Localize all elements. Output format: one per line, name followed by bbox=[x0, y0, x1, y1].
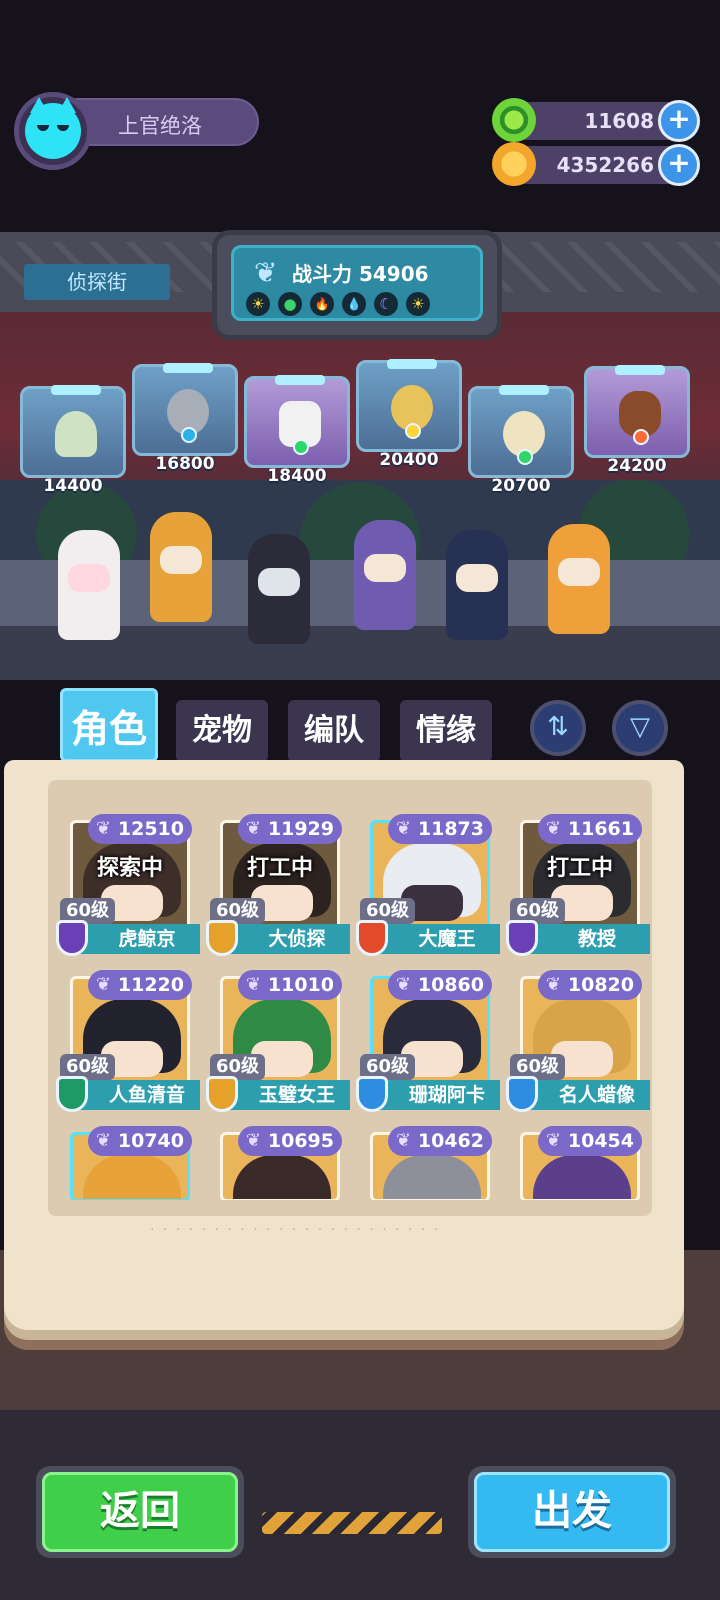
card-power: ❦ 12510 bbox=[87, 814, 192, 844]
nature-element-icon: ● bbox=[278, 292, 302, 316]
moon-element-icon: ☾ bbox=[374, 292, 398, 316]
card-name: 教授 bbox=[520, 924, 650, 954]
card-power: ❦ 11929 bbox=[237, 814, 342, 844]
card-name: 大侦探 bbox=[220, 924, 350, 954]
card-name: 虎鲸京 bbox=[70, 924, 200, 954]
stage-character[interactable] bbox=[150, 512, 212, 622]
relic-display[interactable]: 20400 bbox=[356, 359, 462, 470]
relic-power: 14400 bbox=[43, 476, 103, 496]
character-card-selected[interactable]: ❦ 10860 60级 珊瑚阿卡 bbox=[356, 970, 500, 1112]
rank-shield-icon bbox=[56, 1076, 88, 1112]
tab-bonds[interactable]: 情缘 bbox=[400, 700, 492, 762]
rank-shield-icon bbox=[206, 1076, 238, 1112]
relic-display[interactable]: 18400 bbox=[244, 375, 350, 486]
card-power: ❦ 11010 bbox=[237, 970, 342, 1000]
relic-display[interactable]: 24200 bbox=[584, 365, 690, 476]
light-element-icon: ☀ bbox=[406, 292, 430, 316]
rank-shield-icon bbox=[206, 920, 238, 956]
character-card[interactable]: ❦ 10820 60级 名人蜡像 bbox=[506, 970, 650, 1112]
character-card[interactable]: ❦ 11220 60级 人鱼清音 bbox=[56, 970, 200, 1112]
blurred-text: · · · · · · · · · · · · · · · · · · · · … bbox=[150, 1222, 441, 1238]
card-power: ❦ 11661 bbox=[537, 814, 642, 844]
back-button[interactable]: 返回 bbox=[36, 1466, 244, 1558]
add-gold-button[interactable]: + bbox=[658, 144, 700, 186]
card-power: ❦ 11873 bbox=[387, 814, 492, 844]
sun-element-icon: ☀ bbox=[246, 292, 270, 316]
stage-character[interactable] bbox=[354, 520, 416, 630]
relic-power: 24200 bbox=[607, 456, 667, 476]
rank-shield-icon bbox=[356, 1076, 388, 1112]
stage-character[interactable] bbox=[548, 524, 610, 634]
gems-amount: 11608 bbox=[584, 109, 654, 133]
category-tabs: 角色 宠物 编队 情缘 bbox=[56, 688, 506, 764]
currency-gems: 11608 + bbox=[492, 98, 700, 142]
rank-shield-icon bbox=[56, 920, 88, 956]
power-feather-icon: ❦ bbox=[254, 256, 278, 289]
location-label: 侦探街 bbox=[24, 264, 170, 300]
player-name: 上官绝洛 bbox=[118, 114, 202, 138]
add-gems-button[interactable]: + bbox=[658, 100, 700, 142]
relic-power: 18400 bbox=[267, 466, 327, 486]
card-name: 人鱼清音 bbox=[70, 1080, 200, 1110]
sort-icon[interactable]: ⇅ bbox=[530, 700, 586, 756]
character-card[interactable]: ❦ 11929 打工中 60级 大侦探 bbox=[206, 814, 350, 956]
character-card-selected[interactable]: ❦ 11873 60级 大魔王 bbox=[356, 814, 500, 956]
tab-teams[interactable]: 编队 bbox=[288, 700, 380, 762]
card-name: 珊瑚阿卡 bbox=[370, 1080, 500, 1110]
card-name: 玉璧女王 bbox=[220, 1080, 350, 1110]
currency-gold: 4352266 + bbox=[492, 142, 700, 186]
card-power: ❦ 10462 bbox=[387, 1126, 492, 1156]
element-list: ☀ ● 🔥 💧 ☾ ☀ bbox=[246, 292, 430, 316]
card-power: ❦ 10820 bbox=[537, 970, 642, 1000]
gold-planet-coin-icon bbox=[492, 142, 536, 186]
relic-power: 20700 bbox=[491, 476, 551, 496]
team-power-text: 战斗力 54906 bbox=[292, 262, 429, 286]
water-element-icon: 💧 bbox=[342, 292, 366, 316]
character-card[interactable]: ❦ 11661 打工中 60级 教授 bbox=[506, 814, 650, 956]
card-power: ❦ 10454 bbox=[537, 1126, 642, 1156]
card-status: 打工中 bbox=[246, 856, 313, 881]
depart-button-label: 出发 bbox=[474, 1472, 670, 1552]
tab-roles[interactable]: 角色 bbox=[60, 688, 158, 762]
rank-shield-icon bbox=[356, 920, 388, 956]
character-card[interactable]: ❦ 10462 bbox=[362, 1126, 494, 1200]
stage-character[interactable] bbox=[446, 530, 508, 640]
gold-amount: 4352266 bbox=[556, 153, 654, 177]
card-name: 名人蜡像 bbox=[520, 1080, 650, 1110]
player-avatar[interactable] bbox=[14, 92, 92, 170]
character-card[interactable]: ❦ 10454 bbox=[512, 1126, 644, 1200]
stage-character[interactable] bbox=[248, 534, 310, 644]
rank-shield-icon bbox=[506, 1076, 538, 1112]
relic-power: 20400 bbox=[379, 450, 439, 470]
card-name: 大魔王 bbox=[370, 924, 500, 954]
card-status: 打工中 bbox=[546, 856, 613, 881]
card-power: ❦ 10860 bbox=[387, 970, 492, 1000]
stage-character[interactable] bbox=[58, 530, 120, 640]
green-gem-coin-icon bbox=[492, 98, 536, 142]
character-card[interactable]: ❦ 11010 60级 玉璧女王 bbox=[206, 970, 350, 1112]
tab-pets[interactable]: 宠物 bbox=[176, 700, 268, 762]
card-power: ❦ 11220 bbox=[87, 970, 192, 1000]
card-power: ❦ 10695 bbox=[237, 1126, 342, 1156]
filter-icon[interactable]: ▽ bbox=[612, 700, 668, 756]
player-profile[interactable]: 上官绝洛 bbox=[14, 92, 259, 170]
rank-shield-icon bbox=[506, 920, 538, 956]
character-card[interactable]: ❦ 10695 bbox=[212, 1126, 344, 1200]
character-card-selected[interactable]: ❦ 10740 bbox=[62, 1126, 194, 1200]
relic-display[interactable]: 16800 bbox=[132, 363, 238, 474]
card-power: ❦ 10740 bbox=[87, 1126, 192, 1156]
relic-display[interactable]: 14400 bbox=[20, 385, 126, 496]
card-status: 探索中 bbox=[96, 856, 163, 881]
hazard-stripe bbox=[262, 1512, 442, 1534]
relic-power: 16800 bbox=[155, 454, 215, 474]
cat-face-icon bbox=[25, 97, 81, 159]
character-card[interactable]: ❦ 12510 探索中 60级 虎鲸京 bbox=[56, 814, 200, 956]
back-button-label: 返回 bbox=[42, 1472, 238, 1552]
team-power-board: ❦ 战斗力 54906 ☀ ● 🔥 💧 ☾ ☀ bbox=[212, 230, 502, 340]
fire-element-icon: 🔥 bbox=[310, 292, 334, 316]
depart-button[interactable]: 出发 bbox=[468, 1466, 676, 1558]
relic-display[interactable]: 20700 bbox=[468, 385, 574, 496]
